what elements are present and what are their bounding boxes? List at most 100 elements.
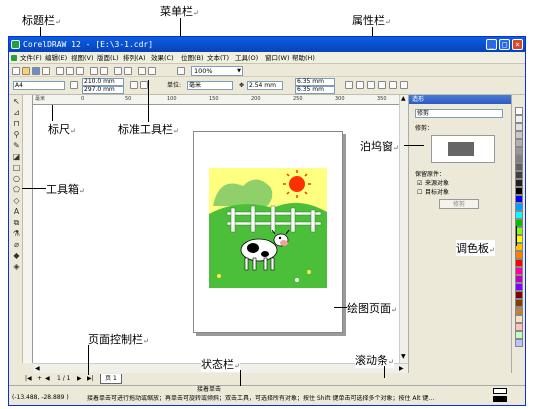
eyedropper-tool-icon[interactable]: ⚗ [12,229,21,238]
nudge-distance-field[interactable]: 2.54 mm [247,81,283,90]
add-page-icon[interactable]: + [37,375,42,382]
menu-edit[interactable]: 编辑(E) [45,53,67,63]
shaping-mode-select[interactable]: 修剪 [415,109,503,118]
drawing-canvas[interactable] [33,105,399,363]
docker-header[interactable]: 造形 [409,95,511,104]
palette-swatch[interactable] [515,259,523,267]
interactive-fill-tool-icon[interactable]: ◈ [12,262,21,271]
palette-swatch[interactable] [515,211,523,219]
smart-fill-tool-icon[interactable]: ◪ [12,152,21,161]
palette-swatch[interactable] [515,155,523,163]
palette-swatch[interactable] [515,163,523,171]
page-height-field[interactable]: 297.0 mm [82,86,124,94]
corel-online-icon[interactable] [148,67,156,75]
vertical-ruler[interactable] [23,95,33,363]
text-tool-icon[interactable]: A [12,207,21,216]
palette-swatch[interactable] [515,267,523,275]
page-size-select[interactable]: A4 [13,81,65,90]
menu-bitmaps[interactable]: 位图(B) [181,53,204,63]
close-button[interactable]: × [512,39,523,50]
menu-text[interactable]: 文本(T) [207,53,229,63]
paste-icon[interactable] [76,67,84,75]
palette-swatch[interactable] [515,323,523,331]
duplicate-y-field[interactable]: 6.35 mm [295,86,335,94]
open-icon[interactable] [22,67,30,75]
palette-swatch[interactable] [515,307,523,315]
last-page-icon[interactable]: ▶| [87,375,94,382]
undo-icon[interactable] [90,67,98,75]
page-background-icon[interactable] [356,81,364,89]
new-icon[interactable] [12,67,20,75]
shape-tool-icon[interactable]: ⊿ [12,108,21,117]
palette-swatch[interactable] [515,123,523,131]
palette-swatch[interactable] [515,139,523,147]
scroll-left-icon[interactable]: ◀ [35,365,40,372]
palette-swatch[interactable] [515,187,523,195]
redo-icon[interactable] [100,67,108,75]
minimize-button[interactable]: _ [486,39,497,50]
next-page-icon[interactable]: ▶ [77,375,82,382]
basic-shapes-tool-icon[interactable]: ◇ [12,196,21,205]
palette-swatch[interactable] [515,203,523,211]
units-select[interactable]: 毫米 [187,81,233,90]
print-icon[interactable] [42,67,50,75]
polygon-tool-icon[interactable]: ⬠ [12,185,21,194]
palette-swatch[interactable] [515,171,523,179]
rectangle-tool-icon[interactable]: □ [12,163,21,172]
draw-page-border-icon[interactable] [345,81,353,89]
palette-swatch[interactable] [515,107,523,115]
treat-as-filled-icon[interactable] [367,81,375,89]
menu-effects[interactable]: 效果(C) [151,53,174,63]
ellipse-tool-icon[interactable]: ○ [12,174,21,183]
fill-tool-icon[interactable]: ◆ [12,251,21,260]
maximize-button[interactable]: □ [499,39,510,50]
palette-swatch[interactable] [515,283,523,291]
menu-view[interactable]: 视图(V) [71,53,94,63]
crop-tool-icon[interactable]: ⊓ [12,119,21,128]
source-object-checkbox[interactable]: ☑ [417,180,422,187]
first-page-icon[interactable]: |◀ [25,375,32,382]
previous-page-icon[interactable]: ◀ [45,375,50,382]
palette-swatch[interactable] [515,147,523,155]
scroll-down-icon[interactable]: ▼ [401,353,406,360]
app-launcher-icon[interactable] [138,67,146,75]
cow-illustration[interactable] [209,168,327,288]
scroll-right-icon[interactable]: ▶ [399,365,404,372]
drawing-page[interactable] [193,131,343,333]
palette-swatch[interactable] [515,315,523,323]
zoom-level-select[interactable]: 100% [191,66,243,76]
menu-file[interactable]: 文件(F) [11,53,42,63]
vertical-scrollbar[interactable]: ▲ ▼ [399,95,408,363]
palette-swatch[interactable] [515,251,523,259]
palette-swatch[interactable] [515,179,523,187]
palette-swatch[interactable] [515,299,523,307]
palette-swatch[interactable] [515,331,523,339]
copy-icon[interactable] [66,67,74,75]
export-icon[interactable] [124,67,132,75]
options-icon[interactable] [378,81,386,89]
portrait-icon[interactable] [70,81,78,89]
zoom-tool-icon[interactable]: ⚲ [12,130,21,139]
save-icon[interactable] [32,67,40,75]
menu-help[interactable]: 帮助(H) [292,53,315,63]
orientation-portrait-icon[interactable] [130,81,138,89]
title-bar[interactable]: CorelDRAW 12 - [E:\3-1.cdr] _ □ × [9,37,525,52]
zoom-levels-icon[interactable] [177,67,185,75]
menu-layout[interactable]: 版面(L) [97,53,119,63]
menu-tools[interactable]: 工具(O) [235,53,258,63]
pick-tool-icon[interactable]: ↖ [12,97,21,106]
menu-arrange[interactable]: 排列(A) [123,53,146,63]
import-icon[interactable] [114,67,122,75]
outline-tool-icon[interactable]: ⌀ [12,240,21,249]
grid-icon[interactable] [400,81,408,89]
target-object-checkbox[interactable]: ☐ [417,189,422,196]
palette-swatch[interactable] [515,115,523,123]
horizontal-ruler[interactable]: 毫米 0 50 100 150 200 250 300 350 [33,95,399,105]
duplicate-x-field[interactable]: 6.35 mm [295,78,335,86]
cut-icon[interactable] [56,67,64,75]
palette-swatch[interactable] [515,275,523,283]
menu-window[interactable]: 窗口(W) [265,53,290,63]
scroll-up-icon[interactable]: ▲ [401,95,406,102]
palette-swatch[interactable] [515,291,523,299]
page-width-field[interactable]: 210.0 mm [82,78,124,86]
